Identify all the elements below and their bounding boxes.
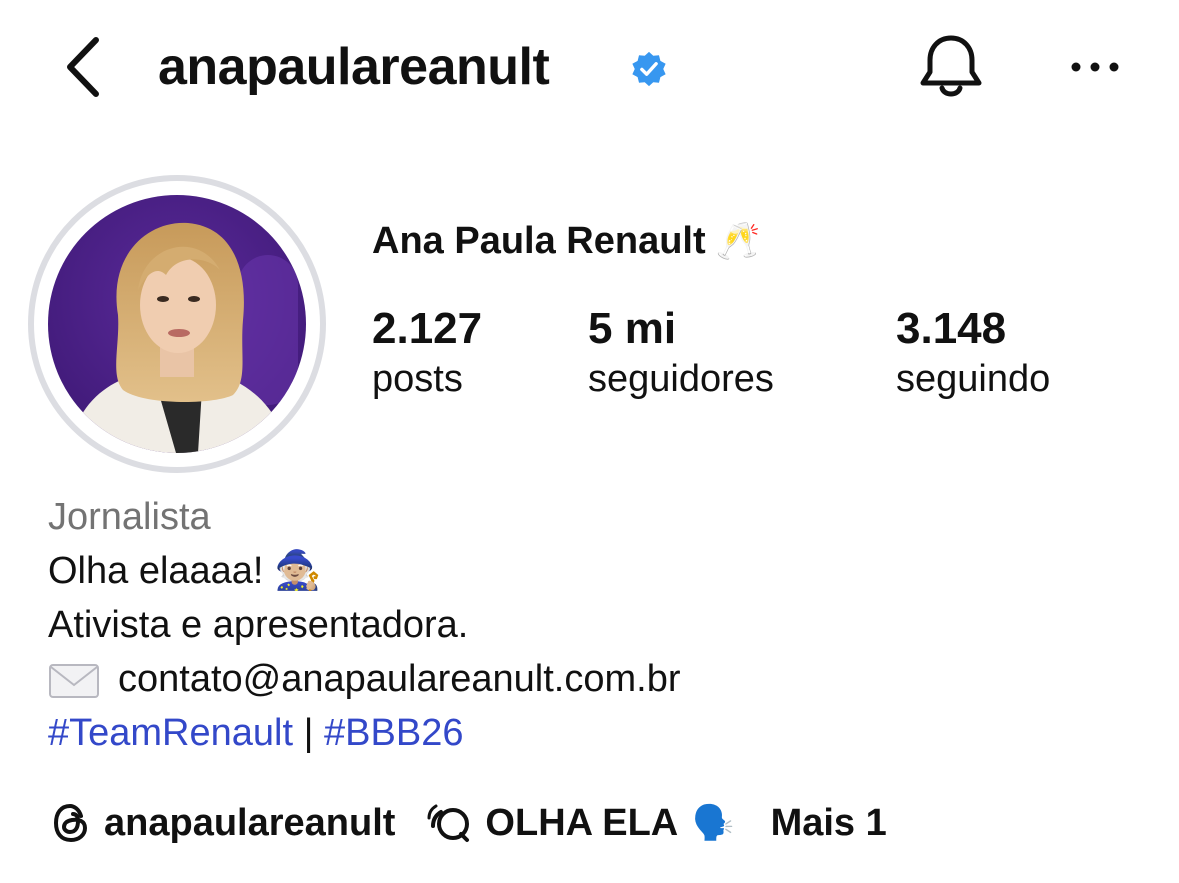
posts-stat[interactable]: 2.127 posts [372,302,482,402]
followers-stat[interactable]: 5 mi seguidores [588,302,774,402]
champagne-emoji: 🥂 [715,220,761,261]
bio-email[interactable]: contato@anapaulareanult.com.br [118,658,681,700]
threads-link[interactable]: anapaulareanult [48,796,395,850]
full-name-text: Ana Paula Renault [372,220,706,262]
channel-label: OLHA ELA [485,802,679,844]
posts-count: 2.127 [372,304,483,353]
following-label: seguindo [896,358,1051,400]
threads-handle: anapaulareanult [104,802,396,844]
envelope-icon [49,663,99,698]
profile-bio: Jornalista Olha elaaaa! 🧙🏼 Ativista e ap… [48,490,681,760]
notifications-button[interactable] [916,30,986,102]
hashtag-team-renault[interactable]: #TeamRenault [48,712,293,754]
back-button[interactable] [58,36,110,98]
top-bar: anapaulareanult [0,0,1179,140]
following-stat[interactable]: 3.148 seguindo [896,302,1050,402]
profile-username: anapaulareanult [158,38,550,96]
hashtag-separator: | [303,712,314,754]
more-options-button[interactable] [1066,48,1124,86]
followers-label: seguidores [588,358,774,400]
profile-category: Jornalista [48,496,211,538]
bio-hashtags: #TeamRenault | #BBB26 [48,706,681,760]
broadcast-chat-icon [427,804,470,842]
bio-line-2: Ativista e apresentadora. [48,604,469,646]
verified-badge-icon [632,51,666,87]
more-links-button[interactable]: Mais 1 [771,796,887,850]
following-count: 3.148 [896,304,1007,353]
bio-line-1: Olha elaaaa! 🧙🏼 [48,544,681,598]
speaking-head-emoji: 🗣️ [692,804,735,842]
bell-icon [920,35,982,97]
bio-line-1-text: Olha elaaaa! [48,550,264,592]
broadcast-channel-link[interactable]: OLHA ELA 🗣️ [427,796,735,850]
hashtag-bbb26[interactable]: #BBB26 [324,712,463,754]
profile-photo [48,195,306,453]
threads-icon [53,803,88,843]
profile-full-name: Ana Paula Renault 🥂 [372,218,760,264]
profile-avatar[interactable] [48,195,306,453]
followers-count: 5 mi [588,304,677,353]
profile-links-row: anapaulareanult OLHA ELA 🗣️ Mais 1 [48,796,887,850]
mage-emoji: 🧙🏼 [274,550,322,592]
chevron-left-icon [67,37,99,97]
bio-email-line: contato@anapaulareanult.com.br [48,652,681,706]
posts-label: posts [372,358,463,400]
more-horizontal-icon [1071,62,1119,72]
